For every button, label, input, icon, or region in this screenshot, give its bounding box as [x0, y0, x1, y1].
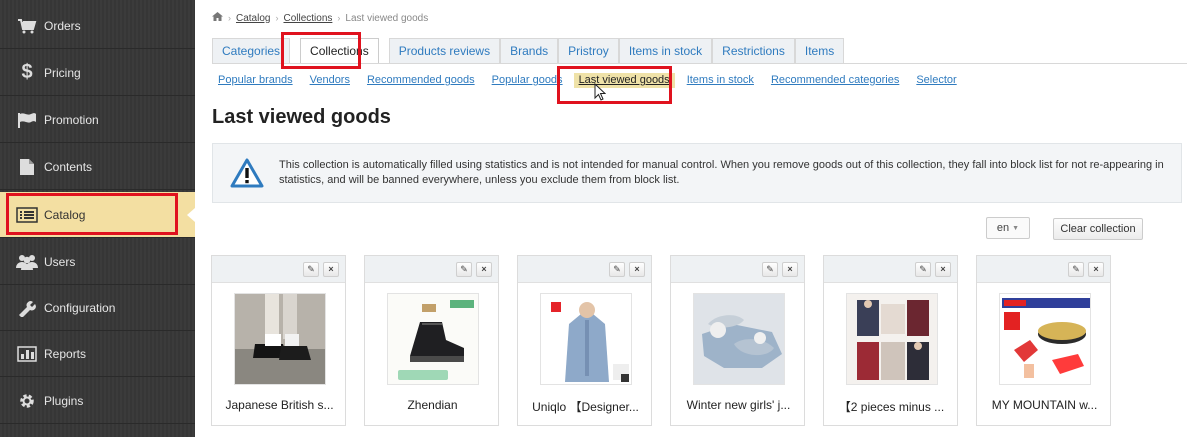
sidebar-item-label: Catalog [44, 207, 86, 222]
chevron-down-icon: ▼ [1012, 224, 1020, 232]
sidebar-item-label: Plugins [44, 393, 84, 408]
product-title[interactable]: Zhendian [365, 398, 500, 412]
mouse-cursor-icon [594, 83, 606, 101]
notice-text: This collection is automatically filled … [279, 159, 1164, 186]
product-title[interactable]: Uniqlo 【Designer... [518, 398, 653, 415]
cart-icon [10, 18, 44, 34]
product-title[interactable]: Winter new girls' j... [671, 398, 806, 412]
sidebar-item-reports[interactable]: Reports [0, 331, 195, 377]
subnav-popular-goods[interactable]: Popular goods [492, 73, 563, 88]
product-image [540, 293, 632, 385]
sidebar-item-orders[interactable]: Orders [0, 3, 195, 49]
subnav-last-viewed-goods[interactable]: Last viewed goods [573, 73, 675, 88]
product-card[interactable]: ✎ × Uniqlo 【Designer... [517, 255, 652, 426]
breadcrumb-separator: › [337, 13, 341, 23]
tab-brands[interactable]: Brands [500, 38, 559, 63]
breadcrumb-separator: › [275, 13, 279, 23]
list-icon [10, 206, 44, 223]
flag-icon [10, 112, 44, 128]
product-image [846, 293, 938, 385]
sidebar-item-label: Configuration [44, 300, 116, 315]
tab-collections[interactable]: Collections [300, 38, 379, 64]
breadcrumb-separator: › [228, 13, 231, 23]
chart-icon [10, 345, 44, 362]
product-card[interactable]: ✎ × Zhendian [364, 255, 499, 426]
close-icon[interactable]: × [1088, 262, 1104, 277]
sidebar-item-catalog[interactable]: Catalog [0, 192, 195, 238]
wrench-icon [10, 299, 44, 317]
card-toolbar: ✎ × [365, 256, 498, 283]
tab-divider [212, 63, 1187, 64]
product-title[interactable]: MY MOUNTAIN w... [977, 398, 1112, 412]
product-image [234, 293, 326, 385]
close-icon[interactable]: × [782, 262, 798, 277]
tab-items-in-stock[interactable]: Items in stock [618, 38, 713, 63]
clear-collection-button[interactable]: Clear collection [1053, 218, 1143, 240]
gear-icon [10, 392, 44, 410]
card-toolbar: ✎ × [977, 256, 1110, 283]
product-card[interactable]: ✎ × Winter new girls' j... [670, 255, 805, 426]
page-title: Last viewed goods [212, 106, 391, 128]
subnav-items-in-stock[interactable]: Items in stock [687, 73, 754, 88]
edit-icon[interactable]: ✎ [762, 262, 778, 277]
users-icon [10, 254, 44, 270]
language-value: en [996, 222, 1010, 234]
card-toolbar: ✎ × [671, 256, 804, 283]
close-icon[interactable]: × [476, 262, 492, 277]
document-icon [10, 158, 44, 176]
product-card[interactable]: ✎ × 【2 pieces minus ... [823, 255, 958, 426]
sidebar-item-label: Reports [44, 346, 87, 361]
breadcrumb-catalog[interactable]: Catalog [236, 13, 270, 24]
sidebar-item-label: Promotion [44, 112, 99, 127]
subnav-recommended-goods[interactable]: Recommended goods [367, 73, 475, 88]
tab-restrictions[interactable]: Restrictions [712, 38, 795, 63]
product-title[interactable]: Japanese British s... [212, 398, 347, 412]
language-select[interactable]: en ▼ [986, 217, 1030, 239]
close-icon[interactable]: × [935, 262, 951, 277]
card-toolbar: ✎ × [824, 256, 957, 283]
dollar-icon: $ [21, 61, 33, 83]
sidebar-item-label: Contents [44, 159, 93, 174]
tab-items[interactable]: Items [794, 38, 845, 63]
card-toolbar: ✎ × [212, 256, 345, 283]
sidebar-item-label: Users [44, 254, 76, 269]
edit-icon[interactable]: ✎ [1068, 262, 1084, 277]
sidebar-item-configuration[interactable]: Configuration [0, 285, 195, 331]
tab-products-reviews[interactable]: Products reviews [388, 38, 501, 63]
sidebar-item-users[interactable]: Users [0, 239, 195, 285]
sidebar-item-promotion[interactable]: Promotion [0, 97, 195, 143]
edit-icon[interactable]: ✎ [609, 262, 625, 277]
breadcrumb-current: Last viewed goods [345, 12, 429, 24]
tab-bar: Categories Collections Products reviews … [212, 38, 845, 64]
tab-categories[interactable]: Categories [212, 38, 291, 63]
product-card[interactable]: ✎ × Japanese British s... [211, 255, 346, 426]
sidebar-item-plugins[interactable]: Plugins [0, 378, 195, 424]
breadcrumb-collections[interactable]: Collections [283, 13, 332, 24]
home-icon[interactable] [212, 12, 223, 24]
edit-icon[interactable]: ✎ [456, 262, 472, 277]
subnav-popular-brands[interactable]: Popular brands [218, 73, 293, 88]
subnav-vendors[interactable]: Vendors [310, 73, 350, 88]
subnav-selector[interactable]: Selector [916, 73, 956, 88]
sidebar: Orders $ Pricing Promotion Contents Cata… [0, 0, 195, 437]
edit-icon[interactable]: ✎ [303, 262, 319, 277]
product-image [387, 293, 479, 385]
sidebar-item-label: Orders [44, 18, 81, 33]
product-title[interactable]: 【2 pieces minus ... [824, 398, 959, 415]
breadcrumb: › Catalog › Collections › Last viewed go… [212, 12, 428, 24]
product-image [999, 293, 1091, 385]
subnav-recommended-categories[interactable]: Recommended categories [771, 73, 899, 88]
close-icon[interactable]: × [323, 262, 339, 277]
tab-pristroy[interactable]: Pristroy [558, 38, 619, 63]
info-notice: This collection is automatically filled … [212, 143, 1182, 203]
sidebar-item-pricing[interactable]: $ Pricing [0, 50, 195, 96]
sidebar-item-label: Pricing [44, 65, 81, 80]
product-image [693, 293, 785, 385]
card-toolbar: ✎ × [518, 256, 651, 283]
close-icon[interactable]: × [629, 262, 645, 277]
product-card[interactable]: ✎ × MY MOUNTAIN w... [976, 255, 1111, 426]
edit-icon[interactable]: ✎ [915, 262, 931, 277]
warning-icon [227, 158, 267, 188]
sidebar-item-contents[interactable]: Contents [0, 144, 195, 190]
